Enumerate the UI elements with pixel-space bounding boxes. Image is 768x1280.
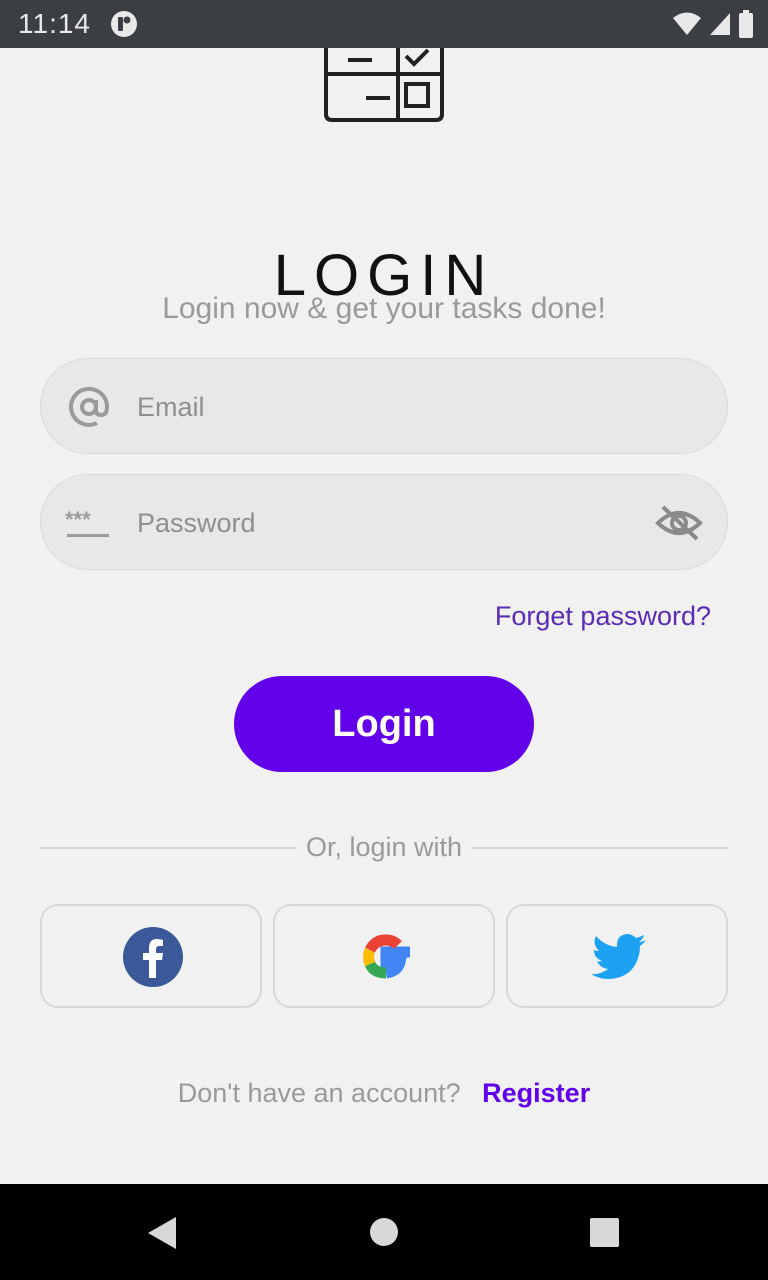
battery-icon [739, 10, 753, 38]
at-sign-icon [69, 386, 110, 427]
password-asterisks-icon: *** [65, 507, 109, 537]
cell-signal-icon [710, 13, 730, 35]
password-field[interactable]: *** [40, 474, 728, 570]
twitter-login-button[interactable] [506, 904, 728, 1008]
divider-line-right [471, 847, 728, 849]
google-login-button[interactable] [273, 904, 495, 1008]
facebook-icon [123, 927, 183, 987]
status-time: 11:14 [18, 8, 91, 39]
register-link[interactable]: Register [482, 1078, 590, 1108]
email-input[interactable] [137, 381, 657, 433]
register-prompt: Don't have an account? Register [0, 1078, 768, 1109]
back-icon[interactable] [146, 1216, 178, 1250]
password-input[interactable] [137, 497, 657, 549]
wifi-icon [673, 12, 701, 35]
forgot-password-link[interactable]: Forget password? [495, 601, 711, 632]
task-board-logo-icon [324, 48, 444, 122]
visibility-off-icon[interactable] [655, 499, 703, 547]
facebook-login-button[interactable] [40, 904, 262, 1008]
email-field[interactable] [40, 358, 728, 454]
recents-icon[interactable] [590, 1218, 619, 1247]
login-screen: LOGIN Login now & get your tasks done! *… [0, 48, 768, 1184]
register-question: Don't have an account? [177, 1078, 461, 1108]
svg-text:***: *** [65, 507, 91, 532]
google-icon [363, 934, 410, 979]
login-button[interactable]: Login [234, 676, 534, 772]
app-notification-icon [111, 11, 137, 37]
twitter-icon [591, 934, 646, 979]
page-subtitle: Login now & get your tasks done! [162, 292, 606, 325]
home-icon[interactable] [369, 1217, 399, 1247]
system-navigation-bar [0, 1184, 768, 1280]
status-icons [672, 10, 754, 38]
status-bar: 11:14 [0, 0, 768, 48]
